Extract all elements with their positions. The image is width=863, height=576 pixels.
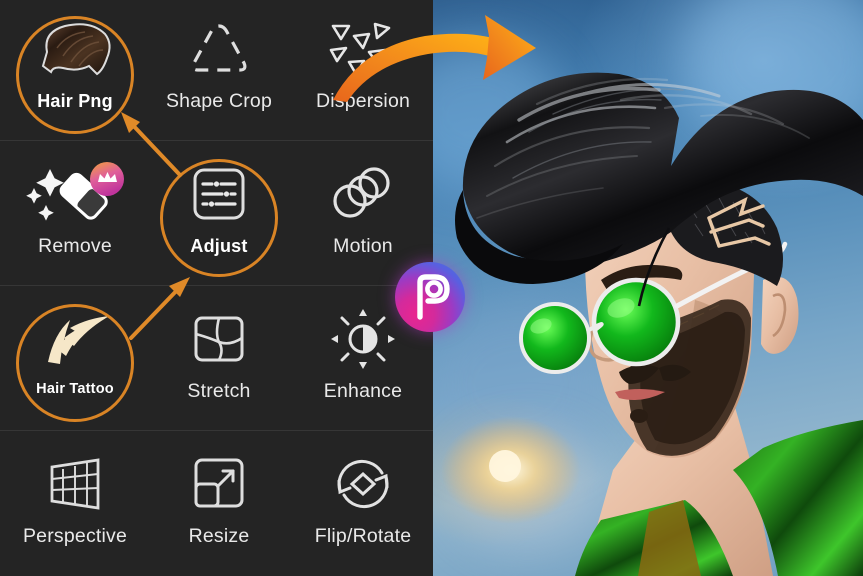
highlight-ring-adjust (160, 159, 278, 277)
perspective-icon (3, 441, 147, 527)
stretch-icon (147, 296, 291, 382)
highlight-ring-hair-png (16, 16, 134, 134)
tool-stretch[interactable]: Stretch (147, 290, 291, 434)
app-screenshot: Hair Png Shape Crop Dispersion Remove Ad… (0, 0, 863, 576)
tool-label: Resize (188, 525, 250, 547)
tool-flip-rotate[interactable]: Flip/Rotate (291, 435, 435, 576)
tool-remove[interactable]: Remove (3, 145, 147, 289)
tool-hair-png[interactable]: Hair Png (3, 0, 147, 144)
tool-label: Dispersion (315, 90, 411, 112)
tool-hair-tattoo[interactable]: Hair Tattoo (3, 290, 147, 434)
tool-label: Motion (333, 235, 393, 257)
edited-photo-preview (433, 0, 863, 576)
tool-shape-crop[interactable]: Shape Crop (147, 0, 291, 144)
tool-label: Flip/Rotate (314, 525, 412, 547)
remove-eraser-icon (3, 151, 147, 237)
highlight-ring-hair-tattoo (16, 304, 134, 422)
picsart-logo-icon (395, 262, 465, 332)
tool-label: Remove (38, 235, 112, 257)
flip-rotate-icon (291, 441, 435, 527)
tool-dispersion[interactable]: Dispersion (291, 0, 435, 144)
portrait-illustration (441, 72, 863, 576)
motion-icon (291, 151, 435, 237)
tool-label: Perspective (22, 525, 128, 547)
dispersion-icon (291, 6, 435, 92)
tool-label: Stretch (187, 380, 251, 402)
tool-perspective[interactable]: Perspective (3, 435, 147, 576)
tool-label: Shape Crop (165, 90, 273, 112)
tool-adjust[interactable]: Adjust (147, 145, 291, 289)
shape-crop-icon (147, 6, 291, 92)
tool-label: Enhance (323, 380, 403, 402)
resize-icon (147, 441, 291, 527)
tool-resize[interactable]: Resize (147, 435, 291, 576)
tools-panel: Hair Png Shape Crop Dispersion Remove Ad… (0, 0, 433, 576)
